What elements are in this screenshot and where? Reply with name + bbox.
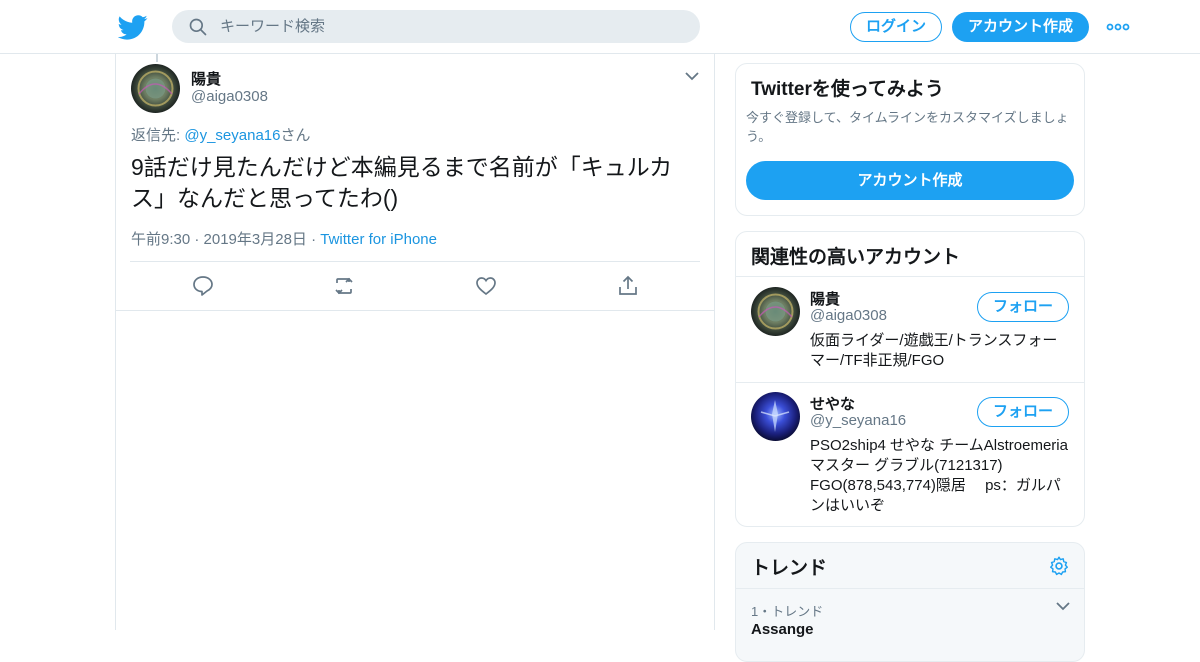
tweet-text: 9話だけ見たんだけど本編見るまで名前が「キュルカス」なんだと思ってたわ(): [131, 154, 673, 211]
account-name[interactable]: せやな: [810, 393, 855, 414]
tweet-metadata: 午前9:30 · 2019年3月28日 · Twitter for iPhone: [131, 228, 437, 249]
account-name[interactable]: 陽貴: [810, 288, 840, 309]
divider: [736, 588, 1084, 589]
related-account-item[interactable]: せやな @y_seyana16 フォロー PSO2ship4 せやな チームAl…: [736, 382, 1084, 526]
avatar[interactable]: [751, 392, 800, 441]
author-handle[interactable]: @aiga0308: [191, 88, 268, 105]
avatar[interactable]: [751, 287, 800, 336]
related-account-item[interactable]: 陽貴 @aiga0308 フォロー 仮面ライダー/遊戯王/トランスフォーマー/T…: [736, 277, 1084, 382]
main-timeline-column: 陽貴 @aiga0308 返信先: @y_seyana16さん 9話だけ見たんだ…: [115, 54, 715, 630]
account-handle[interactable]: @y_seyana16: [810, 412, 906, 429]
retweet-icon[interactable]: [332, 274, 356, 298]
signup-card-description: 今すぐ登録して、タイムラインをカスタマイズしましょう。: [746, 110, 1069, 144]
avatar-image: [131, 64, 180, 113]
signup-prompt-card: Twitterを使ってみよう 今すぐ登録して、タイムラインをカスタマイズしましょ…: [735, 63, 1085, 216]
related-accounts-title: 関連性の高いアカウント: [751, 247, 961, 268]
account-bio: PSO2ship4 せやな チームAlstroemeria マスター グラブル(…: [810, 437, 1068, 514]
signup-card-title: Twitterを使ってみよう: [751, 79, 944, 100]
top-navigation-bar: ログイン アカウント作成: [0, 0, 1200, 54]
share-icon[interactable]: [616, 274, 640, 298]
divider: [130, 261, 700, 262]
login-button[interactable]: ログイン: [850, 12, 942, 42]
chevron-down-icon[interactable]: [1054, 599, 1072, 613]
tweet-timestamp[interactable]: 午前9:30 · 2019年3月28日: [131, 231, 307, 248]
search-icon: [189, 18, 207, 36]
author-name[interactable]: 陽貴: [191, 68, 221, 89]
tweet-source-link[interactable]: Twitter for iPhone: [320, 231, 437, 248]
avatar-image: [751, 287, 800, 336]
account-handle[interactable]: @aiga0308: [810, 307, 887, 324]
meta-separator: ·: [306, 231, 321, 248]
trends-card: トレンド 1・トレンド Assange: [735, 542, 1085, 662]
reply-to-suffix: さん: [280, 127, 311, 144]
like-heart-icon[interactable]: [474, 274, 498, 298]
reply-to-line: 返信先: @y_seyana16さん: [131, 124, 310, 145]
signup-button[interactable]: アカウント作成: [952, 12, 1089, 42]
follow-button[interactable]: フォロー: [977, 292, 1069, 322]
tweet[interactable]: 陽貴 @aiga0308 返信先: @y_seyana16さん 9話だけ見たんだ…: [116, 54, 714, 311]
chevron-down-icon[interactable]: [682, 68, 702, 84]
trend-meta: 1・トレンド: [751, 604, 824, 619]
search-input[interactable]: [220, 10, 680, 43]
thread-connector-line: [156, 54, 158, 62]
signup-card-button[interactable]: アカウント作成: [746, 161, 1074, 200]
reply-to-mention-link[interactable]: @y_seyana16: [184, 127, 280, 144]
account-bio: 仮面ライダー/遊戯王/トランスフォーマー/TF非正規/FGO: [810, 332, 1058, 369]
related-accounts-card: 関連性の高いアカウント 陽貴 @aiga0308 フォロー 仮面ライダー/遊戯王…: [735, 231, 1085, 527]
avatar-image: [751, 392, 800, 441]
twitter-bird-logo-icon[interactable]: [118, 12, 148, 42]
avatar[interactable]: [131, 64, 180, 113]
trends-title: トレンド: [751, 558, 828, 579]
reply-icon[interactable]: [191, 274, 215, 298]
follow-button[interactable]: フォロー: [977, 397, 1069, 427]
gear-icon[interactable]: [1048, 555, 1070, 577]
reply-to-prefix: 返信先:: [131, 127, 185, 144]
more-options-icon[interactable]: [1106, 17, 1130, 37]
search-bar[interactable]: [172, 10, 700, 43]
